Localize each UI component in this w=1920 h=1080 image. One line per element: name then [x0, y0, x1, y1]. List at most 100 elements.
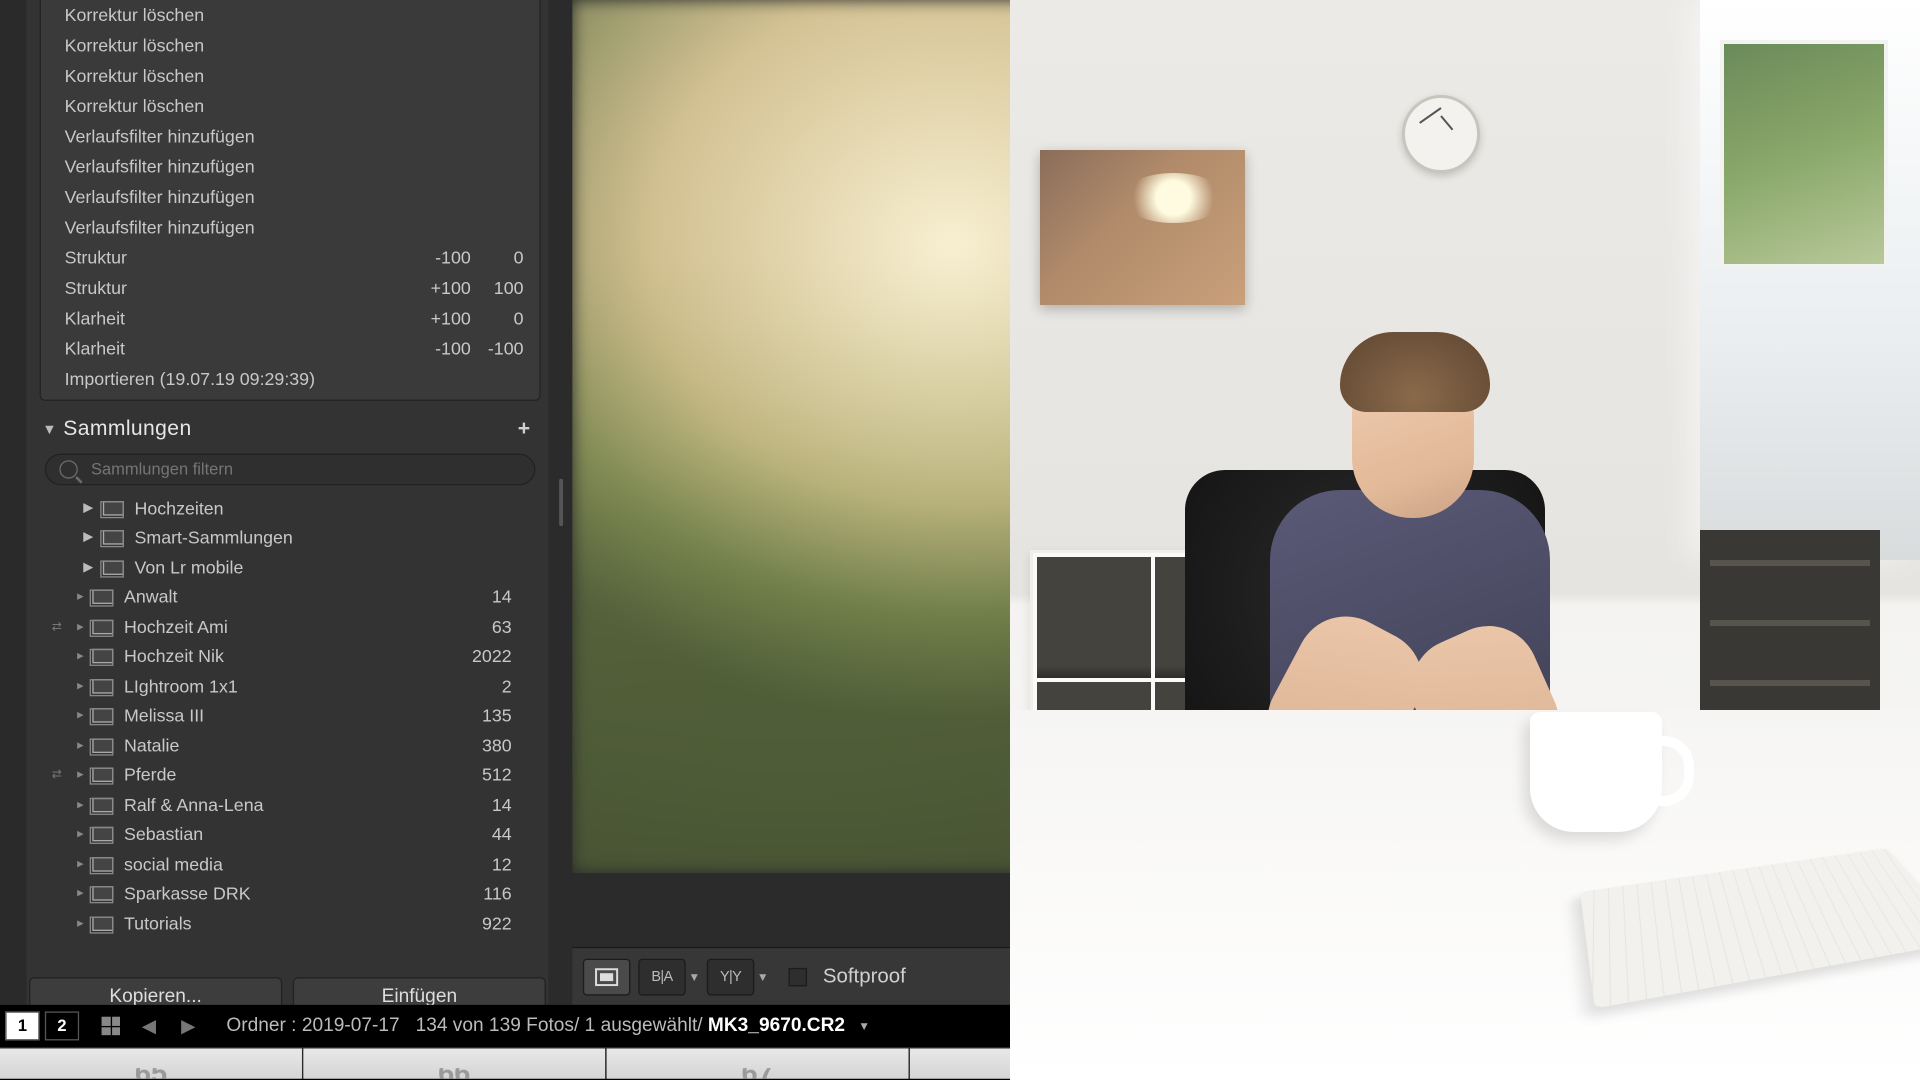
expand-triangle-icon[interactable]: ▶ — [76, 530, 100, 545]
add-collection-icon[interactable]: + — [518, 418, 530, 442]
collections-search[interactable] — [45, 454, 536, 486]
history-label: Klarheit — [65, 309, 405, 329]
collection-marker-icon: ▸ — [71, 649, 89, 664]
collections-search-input[interactable] — [91, 460, 521, 478]
collection-row[interactable]: ▸Hochzeit Nik2022 — [42, 642, 538, 672]
collection-name: social media — [116, 854, 492, 874]
history-row[interactable]: Importieren (19.07.19 09:29:39) — [41, 364, 539, 394]
history-value-result: -100 — [471, 339, 524, 359]
history-value-result: 0 — [471, 309, 524, 329]
collection-name: Melissa III — [116, 706, 482, 726]
history-row[interactable]: Verlaufsfilter hinzufügen — [41, 212, 539, 242]
collection-row[interactable]: ▸social media12 — [42, 849, 538, 879]
collection-set-row[interactable]: ▶ Smart-Sammlungen — [42, 523, 538, 553]
collection-row[interactable]: ▸ Ralf & Anna-Lena14 — [42, 790, 538, 820]
wall-art — [1040, 150, 1245, 305]
collection-icon — [90, 646, 116, 667]
filmstrip-thumb[interactable]: 67 — [607, 1048, 910, 1078]
path-dropdown-icon[interactable]: ▼ — [858, 1019, 870, 1032]
monitor-1-button[interactable]: 1 — [5, 1011, 39, 1040]
history-row[interactable]: Verlaufsfilter hinzufügen — [41, 121, 539, 151]
panel-resize-handle[interactable] — [549, 0, 573, 1005]
softproof-checkbox[interactable] — [789, 967, 807, 985]
collection-set-name: Smart-Sammlungen — [127, 528, 512, 548]
history-row[interactable]: Korrektur löschen — [41, 0, 539, 30]
collection-marker-icon: ▸ — [71, 886, 89, 901]
filmstrip-thumb[interactable]: 66 — [303, 1048, 606, 1078]
expand-triangle-icon[interactable]: ▶ — [76, 560, 100, 575]
history-label: Verlaufsfilter hinzufügen — [65, 157, 405, 177]
collection-row[interactable]: ▸Sebastian44 — [42, 820, 538, 850]
collection-icon — [90, 676, 116, 697]
collection-row[interactable]: ▸Melissa III135 — [42, 701, 538, 731]
collection-row[interactable]: ▸Tutorials922 — [42, 909, 538, 939]
collection-count: 63 — [492, 617, 512, 637]
collection-set-icon — [100, 527, 126, 548]
history-panel: Korrektur löschenKorrektur löschenKorrek… — [40, 0, 541, 401]
history-row[interactable]: Verlaufsfilter hinzufügen — [41, 182, 539, 212]
collection-count: 512 — [482, 765, 512, 785]
collection-set-name: Hochzeiten — [127, 498, 512, 518]
filmstrip-thumb[interactable]: 65 — [0, 1048, 303, 1078]
thumb-index: 65 — [135, 1068, 167, 1078]
collection-row[interactable]: ▸Natalie380 — [42, 731, 538, 761]
coffee-mug — [1530, 712, 1662, 832]
history-row[interactable]: Korrektur löschen — [41, 30, 539, 60]
collection-row[interactable]: ▸Sparkasse DRK116 — [42, 879, 538, 909]
nav-forward-icon[interactable]: ► — [171, 1012, 205, 1040]
filmstrip-path[interactable]: Ordner : 2019-07-17 134 von 139 Fotos/ 1… — [226, 1015, 845, 1036]
history-row[interactable]: Korrektur löschen — [41, 61, 539, 91]
history-label: Verlaufsfilter hinzufügen — [65, 187, 405, 207]
history-value-result: 100 — [471, 278, 524, 298]
before-after-button[interactable]: B|A — [638, 958, 685, 995]
collection-icon — [90, 794, 116, 815]
history-row[interactable]: Korrektur löschen — [41, 91, 539, 121]
collection-marker-icon: ▸ — [71, 768, 89, 783]
collections-panel-header[interactable]: ▼ Sammlungen + — [40, 411, 541, 448]
room-window — [1700, 0, 1920, 560]
collection-set-row[interactable]: ▶ Hochzeiten — [42, 493, 538, 523]
collection-marker-icon: ▸ — [71, 738, 89, 753]
history-row[interactable]: Struktur+100100 — [41, 273, 539, 303]
collection-marker-icon: ▸ — [71, 797, 89, 812]
thumb-index: 67 — [741, 1068, 773, 1078]
disclosure-triangle-icon[interactable]: ▼ — [42, 422, 63, 438]
history-row[interactable]: Klarheit-100-100 — [41, 334, 539, 364]
history-row[interactable]: Struktur-1000 — [41, 243, 539, 273]
collection-set-icon — [100, 497, 126, 518]
compare-yy-button[interactable]: Y|Y — [707, 958, 754, 995]
nav-back-icon[interactable]: ◄ — [132, 1012, 166, 1040]
expand-triangle-icon[interactable]: ▶ — [76, 501, 100, 516]
history-row[interactable]: Klarheit+1000 — [41, 303, 539, 333]
collection-count: 14 — [492, 587, 512, 607]
loupe-view-button[interactable] — [583, 958, 630, 995]
grid-view-icon[interactable] — [95, 1011, 127, 1040]
collection-count: 135 — [482, 706, 512, 726]
collection-count: 44 — [492, 825, 512, 845]
history-row[interactable]: Verlaufsfilter hinzufügen — [41, 152, 539, 182]
search-icon — [59, 460, 77, 478]
monitor-2-button[interactable]: 2 — [45, 1011, 79, 1040]
collection-marker-icon: ▸ — [71, 590, 89, 605]
collection-icon — [90, 913, 116, 934]
collection-name: LIghtroom 1x1 — [116, 676, 502, 696]
sync-indicator-icon: ⇄ — [42, 768, 71, 783]
collection-row[interactable]: ⇄▸Pferde512 — [42, 760, 538, 790]
collection-set-name: Von Lr mobile — [127, 557, 512, 577]
collection-marker-icon: ▸ — [71, 916, 89, 931]
collection-icon — [90, 765, 116, 786]
side-shelf — [1700, 530, 1880, 730]
collection-row[interactable]: ▸Anwalt14 — [42, 582, 538, 612]
collection-row[interactable]: ▸LIghtroom 1x12 — [42, 671, 538, 701]
collection-count: 14 — [492, 795, 512, 815]
left-scrollbar[interactable] — [0, 0, 26, 1005]
history-value-delta: -100 — [405, 339, 471, 359]
collection-set-row[interactable]: ▶ Von Lr mobile — [42, 553, 538, 583]
collection-name: Tutorials — [116, 914, 482, 934]
dropdown-icon[interactable]: ▼ — [757, 970, 768, 983]
collection-name: Ralf & Anna-Lena — [116, 795, 492, 815]
softproof-label: Softproof — [823, 965, 906, 989]
collection-icon — [90, 854, 116, 875]
dropdown-icon[interactable]: ▼ — [688, 970, 699, 983]
collection-row[interactable]: ⇄▸Hochzeit Ami63 — [42, 612, 538, 642]
